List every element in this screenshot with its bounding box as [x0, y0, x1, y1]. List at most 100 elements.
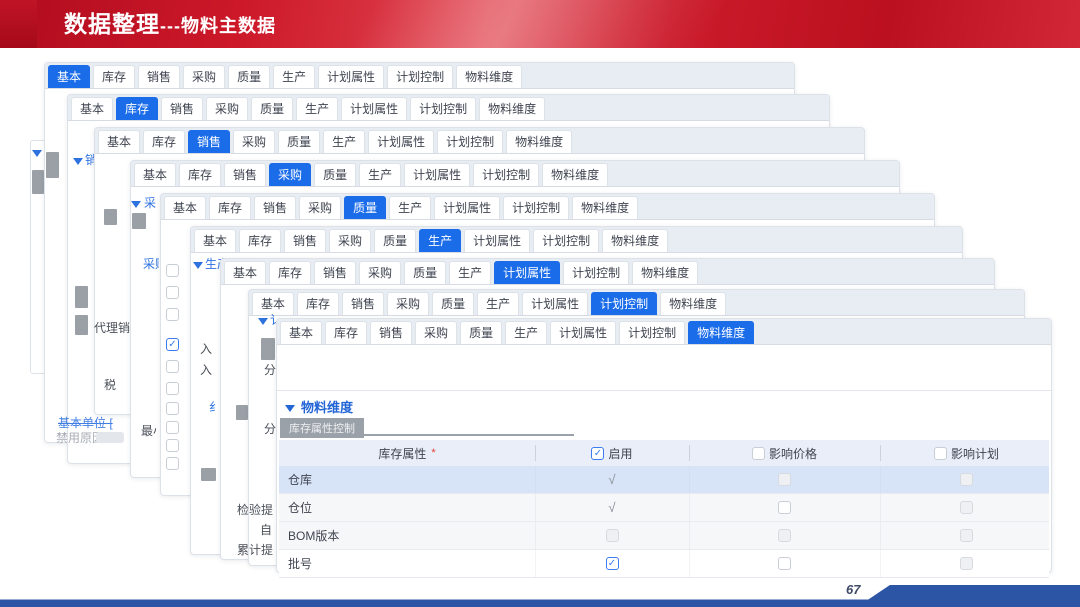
tab-6[interactable]: 生产 [449, 261, 491, 284]
table-row-仓库[interactable]: 仓库√ [279, 466, 1049, 494]
tab-8[interactable]: 计划控制 [533, 229, 599, 252]
tab-1[interactable]: 基本 [71, 97, 113, 120]
tab-3[interactable]: 销售 [370, 321, 412, 344]
tab-9[interactable]: 物料维度 [506, 130, 572, 153]
tab-6[interactable]: 生产 [505, 321, 547, 344]
checkbox[interactable] [752, 447, 765, 460]
tab-7[interactable]: 计划属性 [550, 321, 616, 344]
tab-5[interactable]: 质量 [432, 292, 474, 315]
tab-6[interactable]: 生产 [389, 196, 431, 219]
tab-3[interactable]: 销售 [161, 97, 203, 120]
checkbox-checked[interactable]: √ [608, 500, 615, 515]
tab-2[interactable]: 库存 [239, 229, 281, 252]
checkbox-checked[interactable]: √ [608, 472, 615, 487]
checkbox[interactable] [778, 501, 791, 514]
checkbox-checked[interactable]: ✓ [591, 447, 604, 460]
tab-5[interactable]: 质量 [278, 130, 320, 153]
checkbox[interactable] [166, 360, 179, 373]
tab-1[interactable]: 基本 [194, 229, 236, 252]
checkbox[interactable] [778, 529, 791, 542]
tab-1[interactable]: 基本 [164, 196, 206, 219]
tab-6[interactable]: 生产 [273, 65, 315, 88]
tab-8-active[interactable]: 计划控制 [591, 292, 657, 315]
tab-5[interactable]: 质量 [374, 229, 416, 252]
tab-8[interactable]: 计划控制 [473, 163, 539, 186]
checkbox[interactable] [166, 402, 179, 415]
tab-1[interactable]: 基本 [134, 163, 176, 186]
tab-9[interactable]: 物料维度 [456, 65, 522, 88]
tab-5[interactable]: 质量 [251, 97, 293, 120]
tab-3[interactable]: 销售 [284, 229, 326, 252]
tab-6[interactable]: 生产 [359, 163, 401, 186]
tab-4[interactable]: 采购 [299, 196, 341, 219]
tab-5[interactable]: 质量 [314, 163, 356, 186]
table-row-批号[interactable]: 批号✓ [279, 550, 1049, 578]
tab-3[interactable]: 销售 [224, 163, 266, 186]
tab-1-active[interactable]: 基本 [48, 65, 90, 88]
tab-4[interactable]: 采购 [183, 65, 225, 88]
tab-2[interactable]: 库存 [209, 196, 251, 219]
tab-9[interactable]: 物料维度 [660, 292, 726, 315]
tab-4[interactable]: 采购 [415, 321, 457, 344]
tab-4[interactable]: 采购 [329, 229, 371, 252]
tab-3[interactable]: 销售 [138, 65, 180, 88]
checkbox[interactable] [166, 308, 179, 321]
tab-8[interactable]: 计划控制 [503, 196, 569, 219]
checkbox[interactable] [960, 557, 973, 570]
checkbox[interactable] [166, 457, 179, 470]
tab-3-active[interactable]: 销售 [188, 130, 230, 153]
tab-8[interactable]: 计划控制 [563, 261, 629, 284]
tab-1[interactable]: 基本 [98, 130, 140, 153]
table-row-仓位[interactable]: 仓位√ [279, 494, 1049, 522]
tab-4[interactable]: 采购 [233, 130, 275, 153]
tab-7[interactable]: 计划属性 [341, 97, 407, 120]
tab-2[interactable]: 库存 [143, 130, 185, 153]
tab-7[interactable]: 计划属性 [404, 163, 470, 186]
checkbox-checked[interactable]: ✓ [166, 338, 179, 351]
checkbox[interactable] [960, 501, 973, 514]
tab-4[interactable]: 采购 [359, 261, 401, 284]
checkbox[interactable] [960, 529, 973, 542]
checkbox[interactable] [606, 529, 619, 542]
checkbox[interactable] [166, 286, 179, 299]
tab-6-active[interactable]: 生产 [419, 229, 461, 252]
tab-7[interactable]: 计划属性 [464, 229, 530, 252]
tab-3[interactable]: 销售 [254, 196, 296, 219]
tab-1[interactable]: 基本 [224, 261, 266, 284]
tab-1[interactable]: 基本 [280, 321, 322, 344]
checkbox[interactable] [934, 447, 947, 460]
checkbox[interactable] [778, 473, 791, 486]
tab-7[interactable]: 计划属性 [434, 196, 500, 219]
checkbox[interactable] [166, 382, 179, 395]
tab-5[interactable]: 质量 [228, 65, 270, 88]
tab-5[interactable]: 质量 [460, 321, 502, 344]
tab-6[interactable]: 生产 [323, 130, 365, 153]
tab-7-active[interactable]: 计划属性 [494, 261, 560, 284]
material-dimension-section[interactable]: 物料维度 [285, 397, 353, 416]
tab-2[interactable]: 库存 [297, 292, 339, 315]
tab-8[interactable]: 计划控制 [619, 321, 685, 344]
tab-4[interactable]: 采购 [206, 97, 248, 120]
checkbox[interactable] [166, 264, 179, 277]
tab-9[interactable]: 物料维度 [632, 261, 698, 284]
tab-9-active[interactable]: 物料维度 [688, 321, 754, 344]
checkbox[interactable] [778, 557, 791, 570]
tab-4-active[interactable]: 采购 [269, 163, 311, 186]
tab-7[interactable]: 计划属性 [368, 130, 434, 153]
tab-9[interactable]: 物料维度 [542, 163, 608, 186]
tab-9[interactable]: 物料维度 [572, 196, 638, 219]
tab-7[interactable]: 计划属性 [522, 292, 588, 315]
tab-4[interactable]: 采购 [387, 292, 429, 315]
tab-8[interactable]: 计划控制 [437, 130, 503, 153]
checkbox-checked[interactable]: ✓ [606, 557, 619, 570]
tab-2[interactable]: 库存 [325, 321, 367, 344]
checkbox[interactable] [960, 473, 973, 486]
tab-2-active[interactable]: 库存 [116, 97, 158, 120]
tab-8[interactable]: 计划控制 [387, 65, 453, 88]
tab-2[interactable]: 库存 [269, 261, 311, 284]
tab-8[interactable]: 计划控制 [410, 97, 476, 120]
tab-9[interactable]: 物料维度 [479, 97, 545, 120]
tab-3[interactable]: 销售 [342, 292, 384, 315]
checkbox[interactable] [166, 439, 179, 452]
tab-3[interactable]: 销售 [314, 261, 356, 284]
